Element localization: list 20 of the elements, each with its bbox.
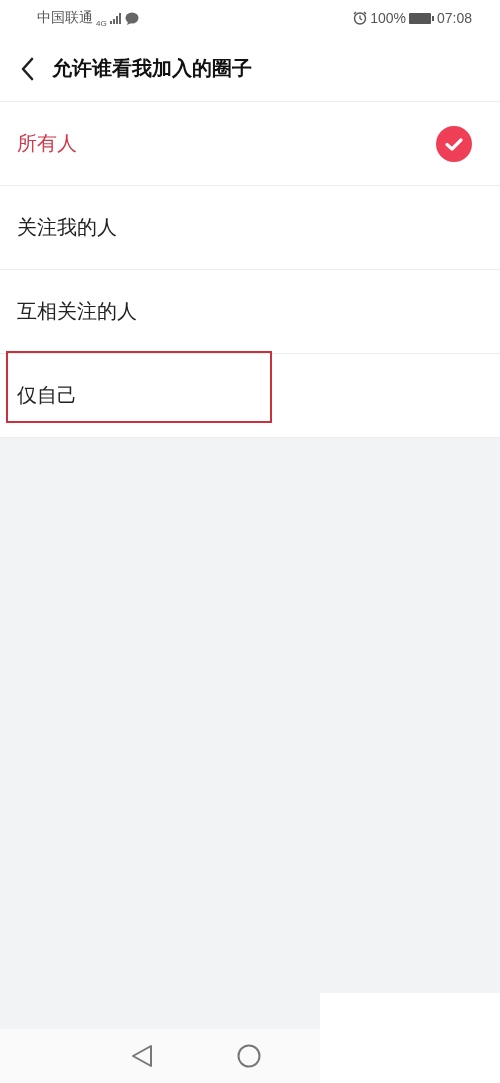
chat-bubble-icon	[124, 11, 139, 25]
page-title: 允许谁看我加入的圈子	[52, 55, 252, 82]
option-row[interactable]: 仅自己	[0, 353, 500, 438]
option-row[interactable]: 所有人	[0, 101, 500, 185]
battery-icon	[408, 12, 434, 24]
alarm-icon	[353, 11, 368, 25]
battery-percent: 100%	[370, 10, 406, 26]
option-row[interactable]: 互相关注的人	[0, 269, 500, 353]
signal-icon	[109, 12, 122, 24]
back-icon[interactable]	[20, 56, 34, 81]
option-label: 所有人	[17, 130, 77, 157]
check-icon	[436, 125, 472, 162]
clock-time: 07:08	[436, 10, 472, 26]
option-label: 互相关注的人	[17, 298, 137, 325]
network-type: 4G	[96, 18, 107, 28]
option-row[interactable]: 关注我的人	[0, 185, 500, 269]
option-label: 关注我的人	[17, 214, 117, 241]
option-label: 仅自己	[17, 382, 77, 409]
carrier-name: 中国联通	[37, 9, 93, 27]
home-icon[interactable]	[237, 1044, 261, 1068]
